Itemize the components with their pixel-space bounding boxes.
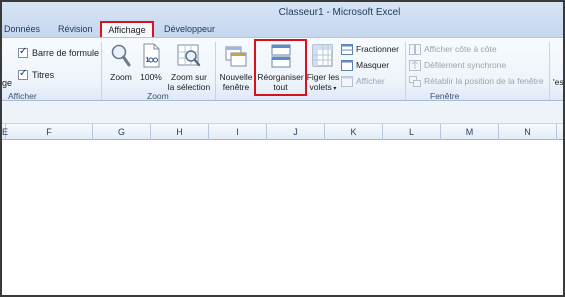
- group-label-afficher: Afficher: [8, 91, 37, 101]
- unhide-window-icon: [341, 76, 353, 87]
- arrange-all-icon: [271, 44, 290, 68]
- column-headers: E F G H I J K L M N: [2, 124, 563, 140]
- figer-volets-button[interactable]: Figer les volets ▾: [306, 41, 340, 94]
- nouvelle-line1: Nouvelle: [219, 72, 253, 82]
- reorganiser-line2: tout: [273, 82, 288, 92]
- column-header-l[interactable]: L: [383, 124, 441, 140]
- figer-line1: Figer les: [306, 72, 340, 82]
- afficher-label: Afficher: [356, 76, 385, 86]
- cote-a-cote-label: Afficher côte à côte: [424, 44, 497, 54]
- titres-label: Titres: [32, 70, 55, 80]
- figer-label: Figer les volets ▾: [306, 72, 340, 94]
- group-separator: [549, 42, 550, 100]
- group-label-zoom: Zoom: [147, 91, 169, 101]
- nouvelle-fenetre-button[interactable]: Nouvelle fenêtre: [218, 41, 254, 92]
- split-icon: [341, 44, 353, 55]
- column-header-m[interactable]: M: [441, 124, 499, 140]
- group-separator: [215, 42, 216, 100]
- checkbox-checked-icon[interactable]: [18, 46, 28, 58]
- zoom-100-label: 100%: [140, 72, 162, 82]
- side-by-side-icon: [409, 44, 421, 55]
- sync-scroll-icon: [409, 60, 421, 71]
- tab-donnees[interactable]: Données: [4, 21, 40, 37]
- reset-position-icon: [409, 76, 421, 87]
- column-header-n[interactable]: N: [499, 124, 557, 140]
- hide-window-icon: [341, 60, 353, 71]
- checkbox-checked-icon[interactable]: [18, 68, 28, 80]
- freeze-panes-icon: [312, 44, 333, 67]
- dropdown-arrow-icon: ▾: [331, 86, 337, 92]
- retablir-label: Rétablir la position de la fenêtre: [424, 76, 544, 86]
- figer-line2: volets ▾: [306, 82, 340, 94]
- column-header-i[interactable]: I: [209, 124, 267, 140]
- zoom-selection-button[interactable]: Zoom sur la sélection: [166, 41, 212, 92]
- reorganiser-tout-button[interactable]: Réorganiser tout: [256, 41, 305, 92]
- column-header-f[interactable]: F: [6, 124, 93, 140]
- group-separator: [101, 42, 102, 100]
- zoom-label: Zoom: [110, 72, 132, 82]
- zoom-100-button[interactable]: 1 100%: [138, 41, 164, 91]
- excel-window: Classeur1 - Microsoft Excel Données Révi…: [0, 0, 565, 297]
- zoom-selection-label: Zoom sur la sélection: [166, 72, 212, 92]
- zoom-selection-line2: la sélection: [167, 82, 211, 92]
- tab-affichage[interactable]: Affichage: [100, 21, 154, 38]
- magnifier-icon: [111, 44, 131, 67]
- reorganiser-line1: Réorganiser: [257, 72, 304, 82]
- column-header-h[interactable]: H: [151, 124, 209, 140]
- tab-revision[interactable]: Révision: [58, 21, 93, 37]
- partial-label: ge: [2, 78, 13, 88]
- zoom-selection-icon: [177, 44, 201, 67]
- column-header-k[interactable]: K: [325, 124, 383, 140]
- formula-bar-area: [2, 101, 563, 124]
- titres-checkbox[interactable]: Titres: [18, 68, 108, 81]
- figer-line2-text: volets: [309, 82, 332, 92]
- reorganiser-label: Réorganiser tout: [256, 72, 305, 92]
- column-header-g[interactable]: G: [93, 124, 151, 140]
- nouvelle-fenetre-label: Nouvelle fenêtre: [218, 72, 254, 92]
- title-bar: Classeur1 - Microsoft Excel Données Révi…: [2, 2, 563, 38]
- barre-formule-checkbox[interactable]: Barre de formule: [18, 46, 108, 59]
- barre-formule-label: Barre de formule: [32, 48, 100, 58]
- column-header-j[interactable]: J: [267, 124, 325, 140]
- tab-developpeur[interactable]: Développeur: [164, 21, 215, 37]
- worksheet-grid[interactable]: [2, 141, 563, 295]
- ribbon: ge Barre de formule Titres Afficher Zoom…: [2, 37, 564, 101]
- partial-label-right: 'es: [553, 77, 564, 87]
- fractionner-label: Fractionner: [356, 44, 399, 54]
- nouvelle-line2: fenêtre: [222, 82, 250, 92]
- new-window-icon: [225, 46, 247, 67]
- window-title: Classeur1 - Microsoft Excel: [278, 7, 401, 18]
- zoom-button[interactable]: Zoom: [106, 41, 136, 91]
- zoom-selection-line1: Zoom sur: [171, 72, 207, 82]
- group-label-fenetre: Fenêtre: [430, 91, 460, 101]
- document-100-icon: 1: [143, 43, 160, 68]
- masquer-label: Masquer: [356, 60, 390, 70]
- defilement-label: Défilement synchrone: [424, 60, 507, 70]
- group-separator: [405, 42, 406, 100]
